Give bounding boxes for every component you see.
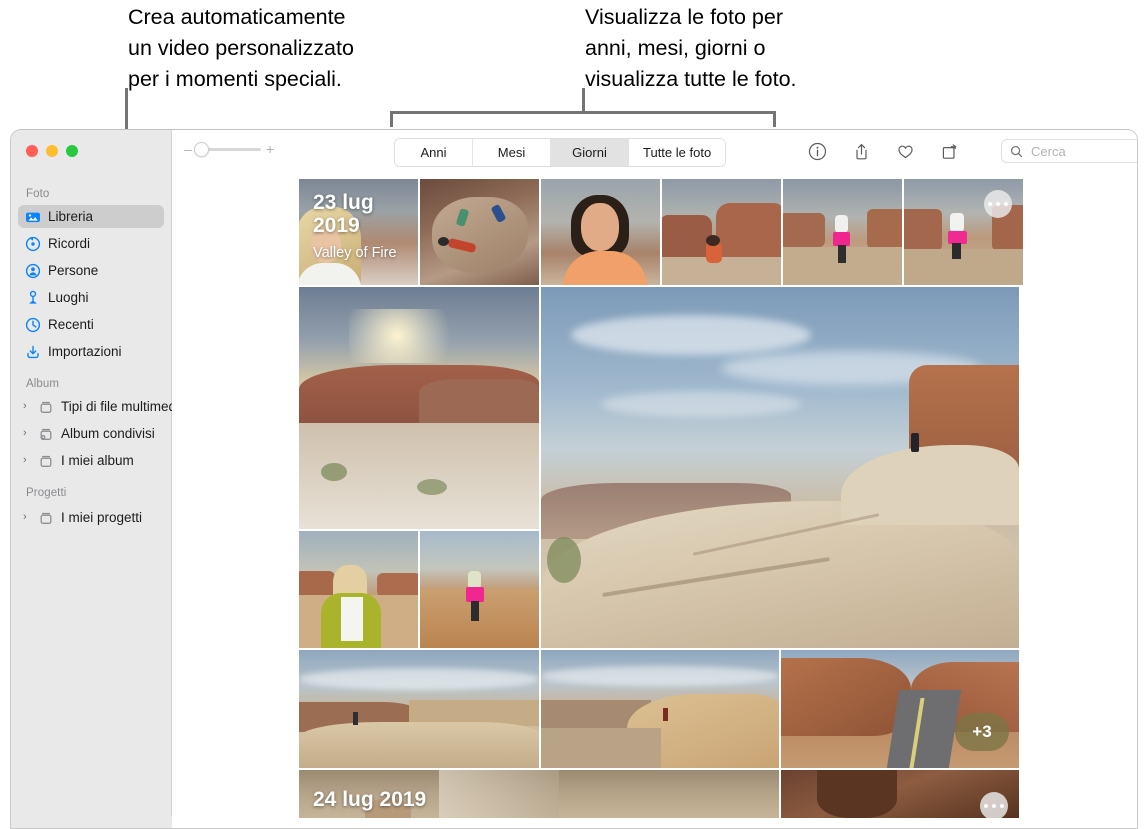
favorite-heart-icon[interactable]	[896, 142, 915, 161]
sidebar-item-i-miei-album[interactable]: › I miei album	[18, 449, 164, 472]
tab-mesi[interactable]: Mesi	[473, 139, 551, 166]
annotation-left: Crea automaticamente un video personaliz…	[128, 2, 354, 95]
sidebar-item-persone[interactable]: Persone	[18, 259, 164, 282]
sidebar-item-album-condivisi[interactable]: › Album condivisi	[18, 422, 164, 445]
album-icon	[38, 453, 54, 469]
photo-thumbnail[interactable]	[541, 287, 1019, 648]
sidebar-item-importazioni[interactable]: Importazioni	[18, 340, 164, 363]
photo-grid: 23 lug 2019 Valley of Fire	[299, 179, 1019, 820]
sidebar-item-label: Recenti	[48, 317, 94, 332]
zoom-slider-thumb[interactable]	[194, 142, 209, 157]
sidebar-bottom-corner	[11, 816, 172, 829]
photo-thumbnail[interactable]: 23 lug 2019 Valley of Fire	[299, 179, 418, 285]
photo-row	[299, 287, 1019, 648]
imports-icon	[25, 344, 41, 360]
recents-icon	[25, 317, 41, 333]
photo-thumbnail[interactable]	[420, 531, 539, 648]
search-input[interactable]	[1029, 143, 1133, 160]
photo-thumbnail[interactable]	[662, 179, 781, 285]
people-icon	[25, 263, 41, 279]
photo-thumbnail[interactable]	[299, 531, 418, 648]
sidebar-item-label: Luoghi	[48, 290, 89, 305]
photo-row: +3	[299, 650, 1019, 768]
sidebar-section-progetti-header: Progetti	[26, 487, 66, 499]
leader-bracket-right-tick	[773, 111, 776, 127]
places-icon	[25, 290, 41, 306]
photo-thumbnail[interactable]	[904, 179, 1023, 285]
minimize-button[interactable]	[46, 145, 58, 157]
day-overflow-menu-button[interactable]	[984, 190, 1012, 218]
sidebar-item-label: Importazioni	[48, 344, 122, 359]
photo-thumbnail[interactable]	[541, 650, 779, 768]
sidebar-item-tipi-di-file-multimediali[interactable]: › Tipi di file multimediali	[18, 395, 164, 418]
sidebar-item-label: Album condivisi	[61, 426, 155, 441]
chevron-right-icon[interactable]: ›	[23, 428, 32, 439]
sidebar-item-label: Libreria	[48, 209, 93, 224]
info-icon[interactable]	[808, 142, 827, 161]
sidebar-item-ricordi[interactable]: Ricordi	[18, 232, 164, 255]
sidebar-item-recenti[interactable]: Recenti	[18, 313, 164, 336]
sidebar-item-label: I miei progetti	[61, 510, 142, 525]
zoom-slider[interactable]: – +	[184, 142, 274, 156]
window-controls[interactable]	[26, 145, 78, 157]
album-icon	[38, 399, 54, 415]
search-icon	[1010, 145, 1023, 158]
zoom-in-label[interactable]: +	[266, 142, 274, 156]
tab-giorni[interactable]: Giorni	[551, 139, 629, 166]
sidebar: Foto Libreria Ricordi Persone Luoghi	[11, 130, 172, 829]
photo-grid-area[interactable]: 23 lug 2019 Valley of Fire	[172, 174, 1137, 828]
memories-icon	[25, 236, 41, 252]
zoom-slider-track[interactable]	[197, 148, 261, 151]
sidebar-item-label: Ricordi	[48, 236, 90, 251]
annotation-right: Visualizza le foto per anni, mesi, giorn…	[585, 2, 797, 95]
shared-album-icon	[38, 426, 54, 442]
sidebar-item-libreria[interactable]: Libreria	[18, 205, 164, 228]
maximize-button[interactable]	[66, 145, 78, 157]
share-icon[interactable]	[852, 142, 871, 161]
sidebar-item-luoghi[interactable]: Luoghi	[18, 286, 164, 309]
photo-row: 24 lug 2019	[299, 770, 1019, 818]
menu-dot	[992, 804, 997, 809]
view-mode-segmented-control[interactable]: Anni Mesi Giorni Tutte le foto	[394, 138, 726, 167]
photo-thumbnail[interactable]	[783, 179, 902, 285]
menu-dot	[1000, 804, 1005, 809]
library-icon	[25, 209, 41, 225]
chevron-right-icon[interactable]: ›	[23, 455, 32, 466]
sidebar-item-i-miei-progetti[interactable]: › I miei progetti	[18, 506, 164, 529]
tab-tutte-le-foto[interactable]: Tutte le foto	[629, 139, 725, 166]
toolbar: – + Anni Mesi Giorni Tutte le foto	[172, 130, 1137, 174]
leader-line-right-vertical	[582, 88, 585, 113]
photo-thumbnail[interactable]	[299, 650, 539, 768]
photo-row: 23 lug 2019 Valley of Fire	[299, 179, 1019, 285]
sidebar-item-label: I miei album	[61, 453, 134, 468]
chevron-right-icon[interactable]: ›	[23, 401, 32, 412]
photo-thumbnail[interactable]	[541, 179, 660, 285]
sidebar-section-foto-header: Foto	[26, 188, 49, 200]
chevron-right-icon[interactable]: ›	[23, 512, 32, 523]
album-icon	[38, 510, 54, 526]
photo-row	[299, 531, 539, 648]
photo-thumbnail[interactable]: +3	[781, 650, 1019, 768]
photo-thumbnail[interactable]	[420, 179, 539, 285]
tab-anni[interactable]: Anni	[395, 139, 473, 166]
close-button[interactable]	[26, 145, 38, 157]
day-overflow-menu-button[interactable]	[980, 792, 1008, 818]
sidebar-section-album-header: Album	[26, 378, 59, 390]
sidebar-item-label: Persone	[48, 263, 98, 278]
menu-dot	[1004, 202, 1009, 207]
search-field[interactable]	[1001, 139, 1138, 163]
menu-dot	[984, 804, 989, 809]
additional-photos-badge[interactable]: +3	[955, 713, 1009, 751]
rotate-icon[interactable]	[940, 142, 959, 161]
photo-thumbnail[interactable]: 24 lug 2019	[299, 770, 779, 818]
photos-app-window: Foto Libreria Ricordi Persone Luoghi	[10, 129, 1138, 829]
toolbar-actions	[808, 138, 959, 165]
leader-bracket-horizontal	[390, 111, 775, 114]
menu-dot	[996, 202, 1001, 207]
menu-dot	[988, 202, 993, 207]
photo-thumbnail[interactable]	[299, 287, 539, 529]
photo-thumbnail[interactable]	[781, 770, 1019, 818]
leader-bracket-left-tick	[390, 111, 393, 127]
zoom-out-label[interactable]: –	[184, 142, 192, 156]
